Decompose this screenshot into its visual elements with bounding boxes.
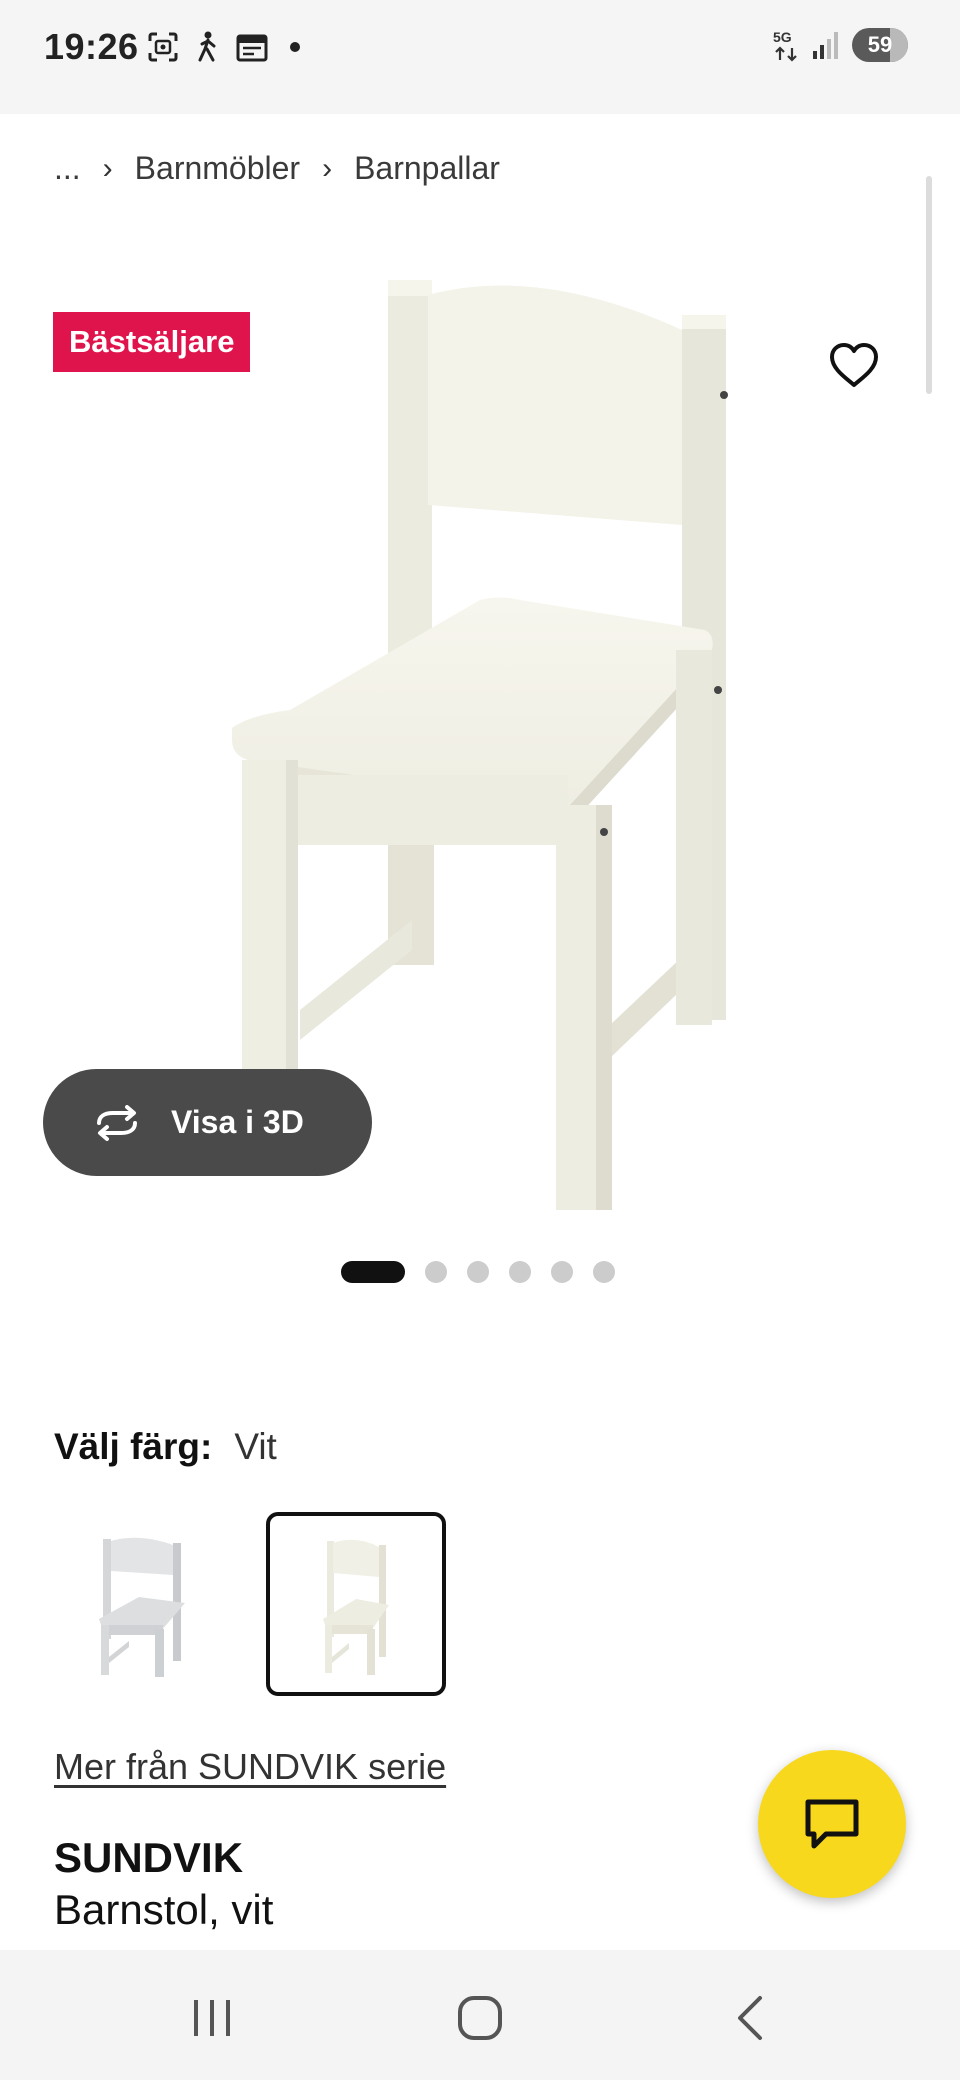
carousel-dot[interactable] — [425, 1261, 447, 1283]
carousel-dot[interactable] — [551, 1261, 573, 1283]
carousel-dot-active[interactable] — [341, 1261, 405, 1283]
chevron-right-icon: › — [102, 151, 113, 185]
svg-text:5G: 5G — [773, 29, 792, 45]
carousel-dot[interactable] — [509, 1261, 531, 1283]
navigation-bar — [0, 1950, 960, 2080]
carousel-dot[interactable] — [593, 1261, 615, 1283]
signal-icon — [813, 32, 838, 59]
screenshot-icon — [148, 32, 178, 62]
breadcrumb-ellipsis[interactable]: ... — [54, 150, 81, 187]
rotate-3d-icon — [97, 1104, 137, 1141]
color-swatch-grey[interactable] — [54, 1512, 234, 1696]
bestseller-badge: Bästsäljare — [53, 312, 251, 372]
chat-button[interactable] — [758, 1750, 906, 1898]
series-link[interactable]: Mer från SUNDVIK serie — [54, 1746, 446, 1788]
network-5g-icon: 5G — [773, 29, 797, 62]
color-selection: Välj färg: Vit — [54, 1426, 277, 1468]
status-right: 5G 59 — [772, 28, 908, 62]
color-label: Välj färg: — [54, 1426, 213, 1467]
view-in-3d-label: Visa i 3D — [171, 1104, 304, 1140]
notification-dot-icon — [290, 42, 300, 52]
chevron-right-icon: › — [322, 151, 333, 185]
color-swatches — [54, 1512, 446, 1696]
accessibility-icon — [198, 31, 216, 62]
status-bar: 19:26 5G 59 — [0, 0, 960, 114]
white-chair-thumbnail — [323, 1539, 389, 1675]
home-icon[interactable] — [450, 1988, 510, 2048]
carousel-dot[interactable] — [467, 1261, 489, 1283]
status-icons-left — [146, 30, 300, 64]
status-time: 19:26 — [44, 26, 139, 67]
grey-chair-thumbnail — [99, 1537, 185, 1677]
breadcrumb: ... › Barnmöbler › Barnpallar — [54, 150, 500, 187]
view-in-3d-button[interactable]: Visa i 3D — [43, 1069, 372, 1176]
breadcrumb-item-barnmobler[interactable]: Barnmöbler — [135, 150, 300, 187]
color-swatch-white[interactable] — [266, 1512, 446, 1696]
color-value: Vit — [234, 1426, 277, 1467]
recent-apps-icon[interactable] — [182, 1988, 242, 2048]
breadcrumb-item-barnpallar[interactable]: Barnpallar — [354, 150, 500, 187]
chat-icon — [805, 1799, 859, 1849]
battery-indicator: 59 — [852, 28, 908, 62]
product-name: SUNDVIK — [54, 1834, 244, 1881]
calendar-icon — [236, 34, 268, 62]
product-description: Barnstol, vit — [54, 1886, 274, 1933]
carousel-indicator — [341, 1261, 615, 1283]
heart-icon[interactable] — [826, 338, 882, 394]
battery-level: 59 — [867, 32, 893, 57]
back-icon[interactable] — [720, 1988, 780, 2048]
